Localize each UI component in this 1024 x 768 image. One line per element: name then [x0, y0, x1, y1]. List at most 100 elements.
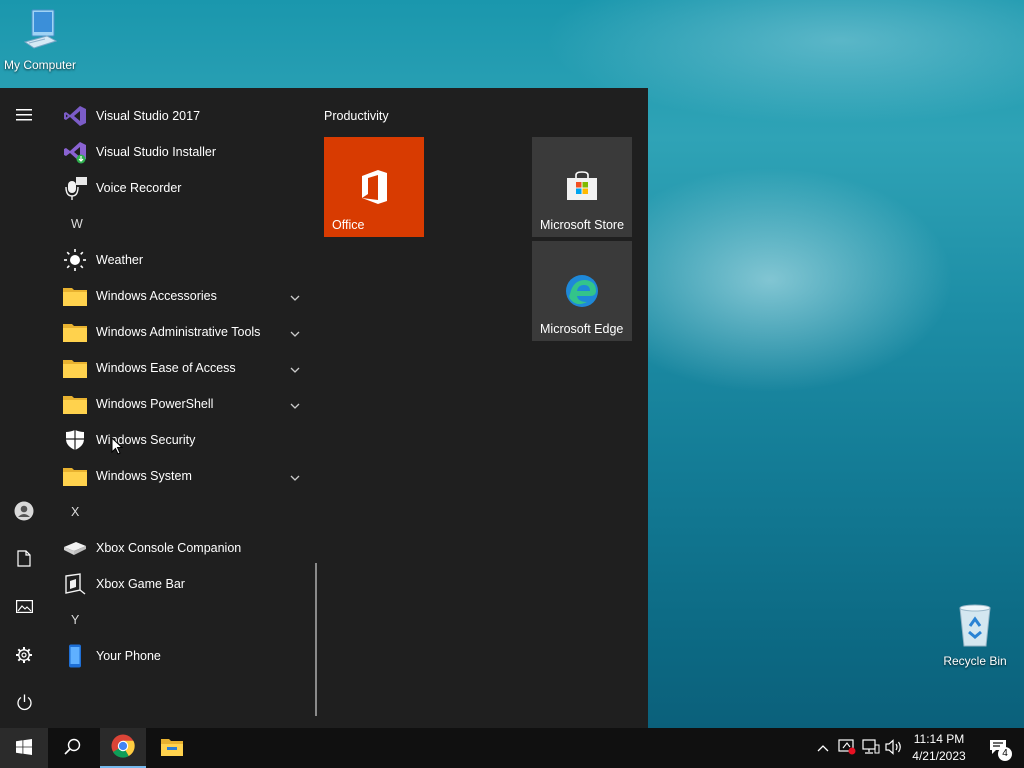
app-windows-security[interactable]: Windows Security	[48, 422, 310, 458]
app-folder-windows-accessories[interactable]: Windows Accessories	[48, 278, 310, 314]
app-label: Weather	[96, 253, 144, 267]
chevron-down-icon[interactable]	[290, 290, 300, 304]
start-button[interactable]	[0, 728, 48, 768]
office-icon	[324, 169, 424, 205]
taskbar-clock[interactable]: 11:14 PM 4/21/2023	[908, 731, 970, 765]
app-label: Your Phone	[96, 649, 161, 663]
app-visual-studio-2017[interactable]: Visual Studio 2017	[48, 98, 310, 134]
letter-label: X	[71, 505, 80, 519]
app-label: Windows Ease of Access	[96, 361, 236, 375]
letter-header-y[interactable]: Y	[48, 602, 128, 638]
app-xbox-console-companion[interactable]: Xbox Console Companion	[48, 530, 310, 566]
start-menu: Visual Studio 2017 Visual Studio Install…	[0, 88, 648, 728]
clock-date: 4/21/2023	[912, 749, 966, 763]
pictures-icon	[15, 600, 33, 616]
start-menu-rail	[0, 88, 48, 728]
chevron-down-icon[interactable]	[290, 398, 300, 412]
tile-label: Microsoft Store	[540, 218, 625, 232]
taskbar: 11:14 PM 4/21/2023 4	[0, 728, 1024, 768]
chevron-up-icon	[817, 741, 829, 755]
visual-studio-installer-icon	[63, 140, 87, 164]
pictures-button[interactable]	[0, 588, 48, 628]
mouse-cursor-icon	[111, 436, 124, 458]
chevron-down-icon[interactable]	[290, 326, 300, 340]
app-label: Visual Studio Installer	[96, 145, 216, 159]
app-folder-windows-administrative-tools[interactable]: Windows Administrative Tools	[48, 314, 310, 350]
app-voice-recorder[interactable]: Voice Recorder	[48, 170, 310, 206]
tile-microsoft-store[interactable]: Microsoft Store	[532, 137, 632, 237]
app-folder-windows-powershell[interactable]: Windows PowerShell	[48, 386, 310, 422]
folder-icon	[63, 320, 87, 344]
user-account-button[interactable]	[0, 492, 48, 532]
chrome-icon	[111, 734, 135, 761]
shield-icon	[63, 428, 87, 452]
expand-menu-button[interactable]	[0, 96, 48, 136]
letter-header-w[interactable]: W	[48, 206, 128, 242]
app-list-scrollbar[interactable]	[315, 563, 317, 716]
notification-count-badge: 4	[998, 747, 1012, 761]
file-explorer-icon	[161, 738, 183, 759]
letter-label: W	[71, 217, 83, 231]
app-visual-studio-installer[interactable]: Visual Studio Installer	[48, 134, 310, 170]
tile-microsoft-edge[interactable]: Microsoft Edge	[532, 241, 632, 341]
desktop-icon-my-computer[interactable]: My Computer	[0, 8, 82, 72]
power-button[interactable]	[0, 684, 48, 724]
settings-button[interactable]	[0, 636, 48, 676]
app-folder-windows-system[interactable]: Windows System	[48, 458, 310, 494]
desktop-icon-label: Recycle Bin	[943, 654, 1007, 668]
clock-time: 11:14 PM	[913, 732, 965, 746]
folder-icon	[63, 284, 87, 308]
xbox-console-icon	[63, 536, 87, 560]
tile-label: Microsoft Edge	[540, 322, 624, 336]
app-label: Windows PowerShell	[96, 397, 214, 411]
recycle-bin-icon	[933, 602, 1017, 651]
visual-studio-icon	[63, 104, 87, 128]
hamburger-icon	[16, 108, 32, 124]
folder-icon	[63, 392, 87, 416]
app-label: Windows Administrative Tools	[96, 325, 261, 339]
network-icon	[862, 738, 880, 758]
app-label: Xbox Console Companion	[96, 541, 242, 555]
tray-volume-button[interactable]	[885, 738, 903, 758]
taskbar-chrome-button[interactable]	[100, 728, 146, 768]
security-alert-icon	[838, 738, 856, 758]
tile-group-title[interactable]: Productivity	[324, 109, 389, 123]
search-icon	[63, 738, 81, 758]
letter-label: Y	[71, 613, 80, 627]
documents-button[interactable]	[0, 540, 48, 580]
user-icon	[14, 501, 34, 524]
app-label: Xbox Game Bar	[96, 577, 185, 591]
edge-icon	[532, 274, 632, 308]
sun-icon	[63, 248, 87, 272]
tile-label: Office	[332, 218, 365, 232]
app-label: Windows Accessories	[96, 289, 217, 303]
chevron-down-icon[interactable]	[290, 470, 300, 484]
app-xbox-game-bar[interactable]: Xbox Game Bar	[48, 566, 310, 602]
app-label: Voice Recorder	[96, 181, 182, 195]
show-hidden-icons-button[interactable]	[814, 739, 832, 757]
app-label: Visual Studio 2017	[96, 109, 201, 123]
xbox-game-bar-icon	[63, 572, 87, 596]
volume-icon	[885, 738, 903, 758]
folder-icon	[63, 356, 87, 380]
app-label: Windows System	[96, 469, 192, 483]
desktop-icon-label: My Computer	[3, 58, 77, 72]
power-icon	[16, 694, 33, 714]
app-weather[interactable]: Weather	[48, 242, 310, 278]
settings-icon	[15, 646, 33, 667]
tray-security-button[interactable]	[838, 738, 856, 758]
action-center-button[interactable]: 4	[978, 728, 1018, 768]
app-your-phone[interactable]: Your Phone	[48, 638, 310, 674]
microphone-icon	[63, 176, 87, 200]
search-button[interactable]	[48, 728, 96, 768]
app-list: Visual Studio 2017 Visual Studio Install…	[48, 88, 310, 728]
computer-icon	[0, 8, 82, 55]
letter-header-x[interactable]: X	[48, 494, 128, 530]
chevron-down-icon[interactable]	[290, 362, 300, 376]
app-folder-windows-ease-of-access[interactable]: Windows Ease of Access	[48, 350, 310, 386]
phone-icon	[63, 644, 87, 668]
taskbar-file-explorer-button[interactable]	[149, 728, 195, 768]
tray-network-button[interactable]	[862, 738, 880, 758]
desktop-icon-recycle-bin[interactable]: Recycle Bin	[933, 602, 1017, 668]
tile-office[interactable]: Office	[324, 137, 424, 237]
